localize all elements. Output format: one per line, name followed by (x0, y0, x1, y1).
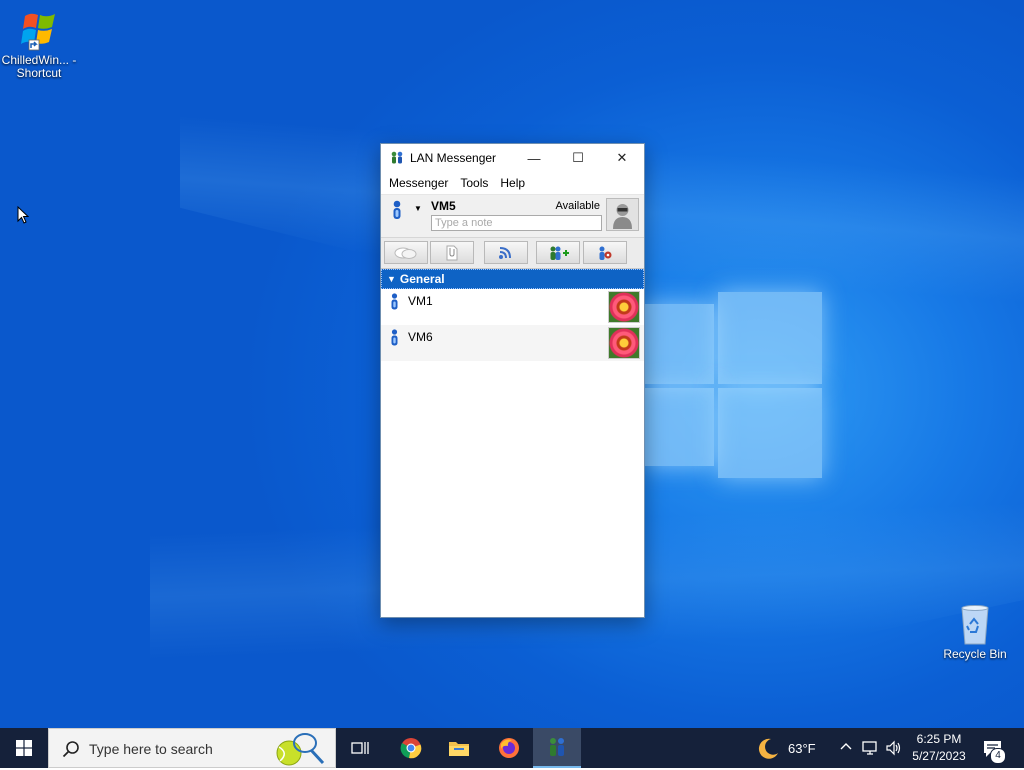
windows-wallpaper-logo (644, 290, 822, 480)
contact-online-person-icon (390, 329, 399, 349)
clock-date[interactable]: 5/27/2023 (910, 749, 968, 763)
show-hidden-icons-chevron-up-icon[interactable] (840, 740, 852, 754)
user-avatar[interactable] (606, 198, 639, 231)
user-availability-status[interactable]: Available (556, 200, 600, 212)
taskbar-firefox-button[interactable] (485, 728, 533, 768)
desktop-icon-label: Recycle Bin (943, 647, 1007, 661)
contact-group-header[interactable]: ▼ General (381, 269, 644, 289)
tennis-ball-highlight-icon (271, 731, 325, 767)
menu-tools[interactable]: Tools (456, 176, 496, 190)
desktop-icon-chilledwindows-shortcut[interactable]: ChilledWin... - Shortcut (1, 8, 77, 80)
title-bar[interactable]: LAN Messenger — ☐ ✕ (381, 144, 644, 172)
settings-button[interactable] (583, 241, 627, 264)
contact-avatar-flower (608, 291, 640, 323)
lan-messenger-window[interactable]: LAN Messenger — ☐ ✕ Messenger Tools Help… (380, 143, 645, 618)
contacts-settings-icon (599, 246, 612, 260)
weather-temperature[interactable]: 63°F (788, 741, 816, 756)
add-contact-button[interactable] (536, 241, 580, 264)
lan-messenger-app-icon (389, 150, 405, 166)
search-placeholder: Type here to search (89, 741, 213, 757)
broadcast-rss-icon (499, 246, 511, 259)
start-button[interactable] (0, 728, 48, 768)
taskbar-lan-messenger-button[interactable] (533, 728, 581, 768)
network-icon[interactable] (862, 740, 880, 759)
search-icon (62, 740, 80, 761)
status-dropdown-chevron-down-icon[interactable]: ▼ (414, 204, 422, 213)
minimize-button[interactable]: — (512, 144, 556, 172)
clock-time[interactable]: 6:25 PM (914, 732, 964, 746)
user-status-panel: ▼ VM5 Available (381, 194, 644, 237)
toolbar (381, 237, 644, 269)
window-title: LAN Messenger (410, 151, 497, 165)
contact-online-person-icon (390, 293, 399, 313)
contact-list-item[interactable]: VM1 (381, 289, 644, 325)
chat-bubble-icon (394, 247, 417, 259)
desktop: ChilledWin... - Shortcut Recycle Bin LAN… (0, 0, 1024, 728)
contact-name: VM1 (408, 294, 433, 308)
lan-messenger-icon (550, 738, 564, 756)
menu-help[interactable]: Help (496, 176, 533, 190)
menu-messenger[interactable]: Messenger (385, 176, 456, 190)
send-file-button[interactable] (430, 241, 474, 264)
chrome-icon (400, 738, 422, 759)
task-view-button[interactable] (336, 728, 384, 768)
note-input[interactable] (431, 215, 602, 231)
close-button[interactable]: ✕ (600, 144, 644, 172)
windows-start-icon (16, 740, 32, 756)
folder-icon (449, 742, 469, 756)
taskbar: Type here to search 63°F 6:25 PM 5/27/20… (0, 728, 1024, 768)
firefox-icon (499, 738, 519, 758)
group-name: General (399, 272, 445, 286)
desktop-icon-recycle-bin[interactable]: Recycle Bin (937, 602, 1013, 661)
contact-list-item[interactable]: VM6 (381, 325, 644, 361)
contact-avatar-flower (608, 327, 640, 359)
menu-bar: Messenger Tools Help (381, 172, 644, 194)
maximize-button[interactable]: ☐ (556, 144, 600, 172)
status-person-icon[interactable] (391, 200, 403, 223)
file-attachment-icon (446, 245, 458, 260)
notification-count-badge: 4 (990, 748, 1006, 764)
collapse-triangle-icon[interactable]: ▼ (387, 274, 396, 284)
volume-icon[interactable] (885, 740, 903, 759)
weather-moon-icon[interactable] (756, 737, 780, 764)
chat-button[interactable] (384, 241, 428, 264)
contact-name: VM6 (408, 330, 433, 344)
taskbar-chrome-button[interactable] (387, 728, 435, 768)
taskbar-file-explorer-button[interactable] (435, 728, 483, 768)
add-contact-icon (550, 246, 569, 260)
user-name: VM5 (431, 199, 456, 213)
broadcast-button[interactable] (484, 241, 528, 264)
mouse-cursor-icon (17, 205, 30, 228)
taskbar-search-box[interactable]: Type here to search (48, 728, 336, 768)
recycle-bin-icon (953, 602, 997, 646)
windows-flag-icon (17, 8, 61, 52)
task-view-icon (351, 742, 369, 754)
desktop-icon-label: ChilledWin... - Shortcut (1, 53, 77, 80)
